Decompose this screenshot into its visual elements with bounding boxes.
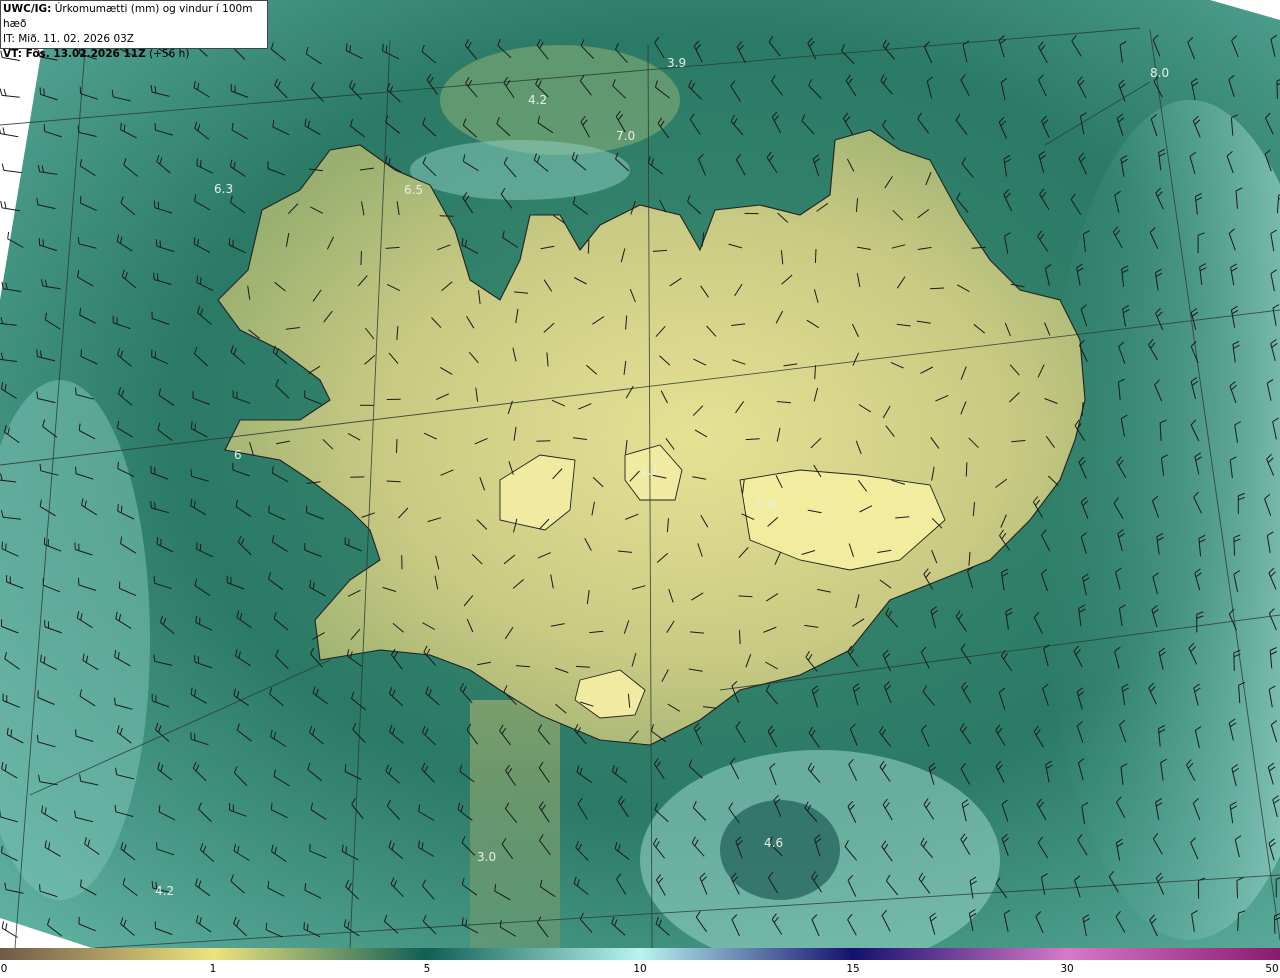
colorbar-strip (0, 948, 1280, 960)
colorbar-tick-label: 0 (0, 963, 8, 975)
model-code: UWC/IG: (3, 3, 52, 15)
wind-barb-flag (268, 505, 270, 513)
wind-barb-flag (382, 43, 384, 51)
wind-barb (965, 462, 968, 477)
map-label: 4.2 (155, 884, 174, 898)
wind-barb-flag (75, 387, 77, 395)
colorbar: 0 1 5 10 15 30 50 (0, 948, 1280, 978)
wind-barb-flag (39, 884, 41, 892)
wind-barb-flag (5, 543, 7, 551)
colorbar-tick-label: 1 (209, 963, 217, 975)
wind-barb-flag (196, 158, 198, 166)
wind-barb-flag (120, 505, 123, 513)
wind-barb-flag (160, 538, 162, 546)
wind-barb-flag (199, 617, 201, 625)
wind-barb (814, 248, 817, 264)
wind-barb-flag (307, 923, 309, 931)
colorbar-tick-label: 10 (633, 963, 647, 975)
wind-barb-flag (80, 349, 82, 357)
wind-barb (587, 239, 590, 254)
wind-barb-flag (153, 272, 155, 280)
wind-barb (396, 438, 398, 454)
wind-barb (1276, 80, 1278, 100)
wind-barb-flag (228, 238, 231, 246)
wind-barb-flag (199, 277, 202, 285)
map-label: 4.2 (528, 93, 547, 107)
wind-barb (386, 480, 401, 483)
colorbar-tick-label: 5 (423, 963, 431, 975)
title-line: UWC/IG: Úrkomumætti (mm) og vindur í 100… (3, 2, 267, 32)
map-label: 7.0 (616, 129, 635, 143)
wind-barb-flag (196, 542, 198, 550)
wind-barb-flag (117, 461, 119, 469)
wind-barb-flag (345, 43, 348, 51)
colorbar-tick-label: 30 (1060, 963, 1074, 975)
map-label: 1.0 (756, 497, 775, 511)
wind-barb-flag (265, 922, 268, 930)
map-label: 4.6 (764, 836, 783, 850)
wind-barb-flag (199, 543, 202, 551)
colorbar-tick-label: 50 (1265, 963, 1279, 975)
wind-barb-flag (344, 764, 347, 772)
colorbar-tick-label: 15 (846, 963, 860, 975)
valid-time-line: VT: Fös. 13.02.2026 11Z (+56 h) (3, 47, 267, 62)
wind-barb-flag (270, 802, 273, 810)
wind-barb-flag (304, 883, 307, 891)
map-label: 3.0 (477, 850, 496, 864)
wind-barb-flag (150, 501, 152, 509)
wind-barb-flag (195, 615, 197, 623)
wind-barb-flag (158, 804, 161, 812)
map-label: 6.3 (214, 182, 233, 196)
wind-barb-flag (159, 240, 161, 248)
info-box: UWC/IG: Úrkomumætti (mm) og vindur í 100… (0, 0, 268, 60)
wind-barb-flag (1, 541, 3, 549)
map-label: 6 (234, 448, 242, 462)
map-label: 8.0 (1150, 66, 1169, 80)
wind-barb-flag (385, 45, 388, 53)
wind-barb-flag (232, 239, 234, 247)
init-time: IT: Mið. 11. 02. 2026 03Z (3, 33, 134, 45)
map-label: 6.5 (404, 183, 423, 197)
wind-barb-flag (156, 537, 159, 545)
forecast-map: 3.9 4.2 7.0 8.0 6.3 6.5 4.6 3.0 4.2 6 1.… (0, 0, 1280, 948)
wind-barb-flag (190, 469, 192, 477)
wind-barb-flag (272, 119, 275, 127)
wind-barb-flag (43, 656, 46, 664)
valid-time: VT: Fös. 13.02.2026 11Z (3, 48, 146, 60)
wind-barb-flag (154, 502, 156, 510)
wind-barb-flag (196, 275, 199, 283)
wind-barb (536, 440, 551, 442)
wind-barb (1236, 880, 1238, 899)
wind-barb-flag (117, 504, 119, 512)
map-label: 1.1 (640, 464, 659, 478)
wind-barb-flag (267, 880, 270, 889)
wind-barb-flag (156, 273, 159, 281)
wind-barb-flag (114, 804, 117, 812)
wind-barb-flag (36, 734, 39, 743)
lead-time: (+56 h) (145, 48, 190, 60)
wind-barb-flag (114, 697, 116, 705)
wind-barb-flag (154, 123, 157, 131)
wind-barb (929, 287, 945, 290)
wind-barb (439, 215, 454, 217)
wind-barb (1233, 652, 1235, 671)
map-label: 3.9 (667, 56, 686, 70)
wind-barb-flag (349, 45, 351, 53)
wind-barb-flag (79, 196, 82, 204)
wind-barb-flag (199, 160, 202, 168)
wind-barb-flag (303, 922, 305, 930)
